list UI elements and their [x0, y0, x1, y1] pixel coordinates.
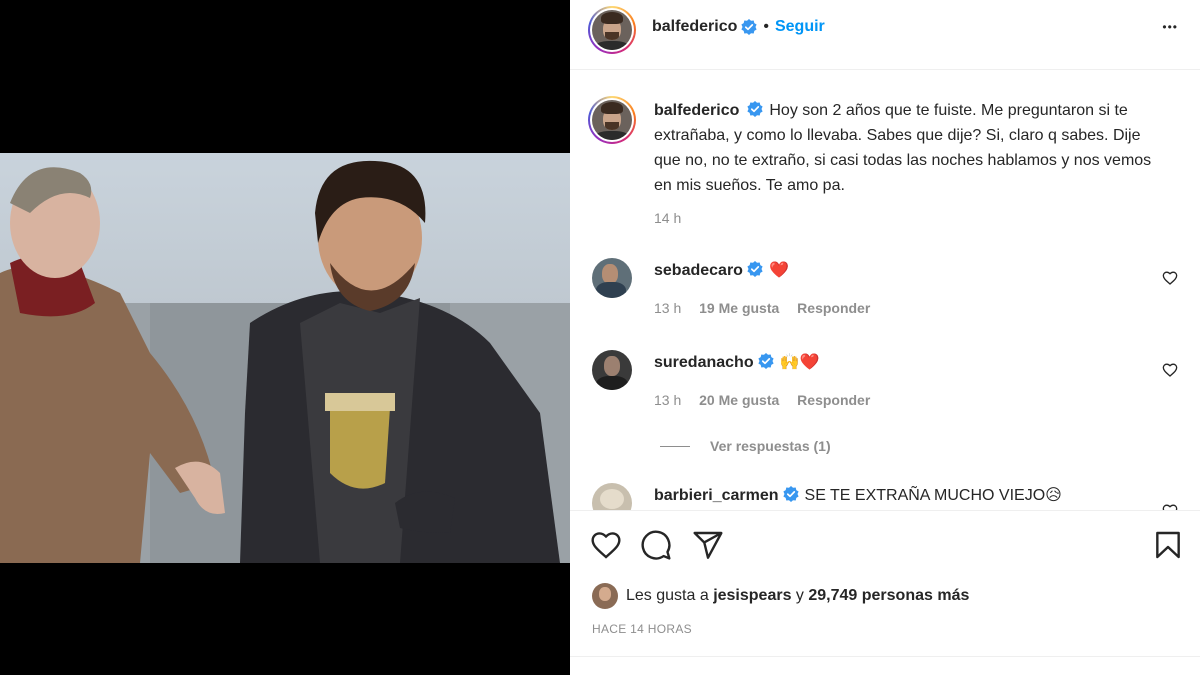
- comment-icon[interactable]: [640, 529, 672, 561]
- liker-avatar: [592, 583, 618, 609]
- comment-time: 13 h: [654, 300, 682, 316]
- post-timestamp: HACE 14 HORAS: [592, 622, 692, 636]
- post-media[interactable]: [0, 0, 570, 675]
- post-header: balfederico • Seguir •••: [570, 0, 1200, 70]
- commenter-avatar[interactable]: [592, 483, 632, 510]
- liker-username[interactable]: jesispears: [713, 587, 791, 605]
- caption-username[interactable]: balfederico: [654, 102, 739, 119]
- verified-icon: [747, 261, 763, 277]
- comment-item: sebadecaro ❤️ 13 h 19 Me gusta Responder: [588, 258, 1188, 328]
- heart-icon[interactable]: [590, 529, 622, 561]
- comment-likes[interactable]: 20 Me gusta: [699, 392, 779, 408]
- reply-button[interactable]: Responder: [797, 392, 870, 408]
- heart-icon[interactable]: [1162, 503, 1178, 510]
- verified-icon: [741, 19, 757, 35]
- commenter-avatar[interactable]: [592, 258, 632, 298]
- likes-middle: y: [795, 587, 804, 604]
- verified-icon: [782, 486, 799, 502]
- caption-avatar[interactable]: [588, 96, 636, 144]
- post-photo[interactable]: [0, 153, 570, 563]
- follow-button[interactable]: Seguir: [775, 18, 825, 36]
- comments-scroll-area[interactable]: balfederico Hoy son 2 años que te fuiste.…: [570, 70, 1200, 510]
- comment-text: 🙌❤️: [779, 354, 820, 371]
- bookmark-icon[interactable]: [1152, 529, 1184, 561]
- reply-button[interactable]: Responder: [797, 300, 870, 316]
- verified-icon: [757, 353, 774, 369]
- post-panel: balfederico • Seguir ••• balfederico Hoy …: [570, 0, 1200, 675]
- comment-likes[interactable]: 19 Me gusta: [699, 300, 779, 316]
- comment-item: barbieri_carmen SE TE EXTRAÑA MUCHO VIEJO…: [588, 483, 1188, 510]
- heart-icon[interactable]: [1162, 362, 1178, 378]
- comment-item: suredanacho 🙌❤️ 13 h 20 Me gusta Responde…: [588, 350, 1188, 420]
- likes-count[interactable]: 29,749 personas más: [808, 587, 969, 605]
- more-icon[interactable]: •••: [1162, 20, 1178, 34]
- header-username[interactable]: balfederico: [652, 18, 737, 36]
- commenter-username[interactable]: barbieri_carmen: [654, 487, 779, 504]
- caption-time: 14 h: [654, 210, 682, 226]
- divider: [570, 656, 1200, 657]
- view-replies-button[interactable]: Ver respuestas (1): [660, 438, 831, 454]
- verified-icon: [747, 101, 763, 117]
- share-icon[interactable]: [692, 529, 724, 561]
- replies-divider: [660, 445, 690, 447]
- photo-illustration: [0, 153, 570, 563]
- heart-icon[interactable]: [1162, 270, 1178, 286]
- comment-text: ❤️: [768, 262, 789, 279]
- likes-prefix: Les gusta a: [626, 587, 709, 604]
- likes-summary[interactable]: Les gusta a jesispears y 29,749 personas…: [592, 583, 969, 609]
- commenter-username[interactable]: suredanacho: [654, 354, 754, 371]
- separator-dot: •: [763, 18, 769, 35]
- commenter-username[interactable]: sebadecaro: [654, 262, 743, 279]
- commenter-avatar[interactable]: [592, 350, 632, 390]
- comment-time: 13 h: [654, 392, 682, 408]
- post-actions: Les gusta a jesispears y 29,749 personas…: [570, 510, 1200, 660]
- author-avatar[interactable]: [588, 6, 636, 54]
- view-replies-label: Ver respuestas (1): [710, 438, 831, 454]
- comment-text: SE TE EXTRAÑA MUCHO VIEJO😥: [804, 487, 1062, 504]
